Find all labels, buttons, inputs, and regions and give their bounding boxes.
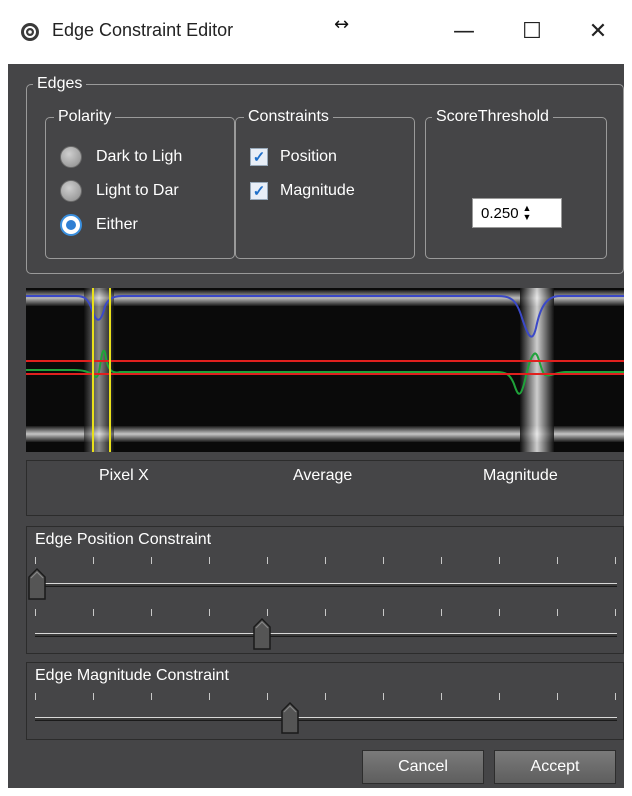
slider-tick — [267, 693, 268, 700]
radio-label: Dark to Ligh — [96, 148, 183, 165]
minimize-button[interactable]: — — [444, 16, 484, 46]
position-slider-1-track[interactable] — [35, 583, 617, 587]
radio-button[interactable] — [60, 180, 82, 202]
radio-button[interactable] — [60, 146, 82, 168]
slider-tick — [383, 557, 384, 564]
score-threshold-spinbox[interactable]: 0.250 ▲ ▼ — [472, 198, 562, 228]
check-icon[interactable]: ✓ — [250, 148, 268, 166]
radio-label: Light to Dar — [96, 182, 179, 199]
radio-label: Either — [96, 216, 138, 233]
maximize-button[interactable]: ☐ — [512, 16, 552, 46]
slider-tick — [383, 693, 384, 700]
slider-tick — [93, 609, 94, 616]
edge-magnitude-constraint-panel: Edge Magnitude Constraint — [26, 662, 624, 740]
score-threshold-group: ScoreThreshold 0.250 ▲ ▼ — [425, 107, 607, 259]
checkbox-position[interactable]: ✓ Position — [250, 148, 337, 166]
slider-tick — [209, 557, 210, 564]
main-panel: Edges Polarity Dark to Ligh Light to Dar… — [8, 64, 624, 788]
checkbox-label: Position — [280, 148, 337, 165]
slider-tick — [499, 609, 500, 616]
slider-tick — [151, 609, 152, 616]
slider-tick — [325, 693, 326, 700]
slider-tick — [93, 557, 94, 564]
slider-tick — [615, 609, 616, 616]
magnitude-label: Magnitude — [483, 467, 558, 484]
slider-tick — [557, 557, 558, 564]
spinner-arrows[interactable]: ▲ ▼ — [523, 204, 532, 222]
slider-tick — [267, 557, 268, 564]
cancel-button[interactable]: Cancel — [362, 750, 484, 784]
slider-tick — [325, 609, 326, 616]
polarity-group: Polarity Dark to Ligh Light to Dar Eithe… — [45, 107, 235, 259]
graph-labels-panel: Pixel X Average Magnitude — [26, 460, 624, 516]
slider-tick — [151, 693, 152, 700]
slider-tick — [35, 693, 36, 700]
edge-profile-graphic — [26, 288, 624, 452]
image-stripe-right — [520, 288, 554, 452]
edge-profile-view[interactable] — [26, 288, 624, 452]
edges-group: Edges Polarity Dark to Ligh Light to Dar… — [26, 74, 624, 274]
slider-tick — [93, 693, 94, 700]
window-title: Edge Constraint Editor — [52, 20, 234, 40]
radio-either[interactable]: Either — [60, 214, 208, 236]
edge-position-constraint-panel: Edge Position Constraint — [26, 526, 624, 654]
slider-ticks — [35, 693, 617, 701]
position-slider-2-track[interactable] — [35, 633, 617, 637]
constraints-legend: Constraints — [244, 107, 333, 127]
check-icon[interactable]: ✓ — [250, 182, 268, 200]
position-slider-2-thumb[interactable] — [252, 617, 272, 651]
accept-button[interactable]: Accept — [494, 750, 616, 784]
slider-tick — [209, 693, 210, 700]
slider-tick — [441, 609, 442, 616]
score-threshold-value[interactable]: 0.250 — [473, 205, 519, 222]
app-icon — [20, 22, 40, 42]
slider-tick — [151, 557, 152, 564]
spin-down-icon[interactable]: ▼ — [523, 213, 532, 222]
slider-tick — [615, 693, 616, 700]
edge-position-constraint-title: Edge Position Constraint — [35, 531, 212, 548]
slider-tick — [499, 557, 500, 564]
magnitude-slider-track[interactable] — [35, 717, 617, 721]
slider-tick — [325, 557, 326, 564]
radio-button-selected[interactable] — [60, 214, 82, 236]
slider-ticks — [35, 557, 617, 565]
slider-tick — [441, 557, 442, 564]
close-button[interactable]: ✕ — [578, 16, 618, 46]
position-slider-1-thumb[interactable] — [27, 567, 47, 601]
slider-tick — [557, 693, 558, 700]
slider-tick — [267, 609, 268, 616]
title-bar: Edge Constraint Editor ↔ — ☐ ✕ — [0, 0, 632, 64]
slider-tick — [499, 693, 500, 700]
pixel-x-label: Pixel X — [99, 467, 149, 484]
edges-legend: Edges — [33, 74, 87, 94]
slider-tick — [557, 609, 558, 616]
slider-tick — [35, 609, 36, 616]
checkbox-label: Magnitude — [280, 182, 355, 199]
slider-tick — [615, 557, 616, 564]
average-label: Average — [293, 467, 353, 484]
magnitude-slider-thumb[interactable] — [280, 701, 300, 735]
score-threshold-legend: ScoreThreshold — [432, 107, 553, 127]
slider-tick — [35, 557, 36, 564]
slider-tick — [383, 609, 384, 616]
checkbox-magnitude[interactable]: ✓ Magnitude — [250, 182, 355, 200]
radio-light-to-dark[interactable]: Light to Dar — [60, 180, 208, 202]
resize-icon: ↔ — [334, 14, 350, 35]
edge-magnitude-constraint-title: Edge Magnitude Constraint — [35, 667, 229, 684]
constraints-group: Constraints ✓ Position ✓ Magnitude — [235, 107, 415, 259]
radio-dark-to-light[interactable]: Dark to Ligh — [60, 146, 208, 168]
slider-tick — [209, 609, 210, 616]
slider-ticks — [35, 609, 617, 617]
polarity-legend: Polarity — [54, 107, 116, 127]
slider-tick — [441, 693, 442, 700]
